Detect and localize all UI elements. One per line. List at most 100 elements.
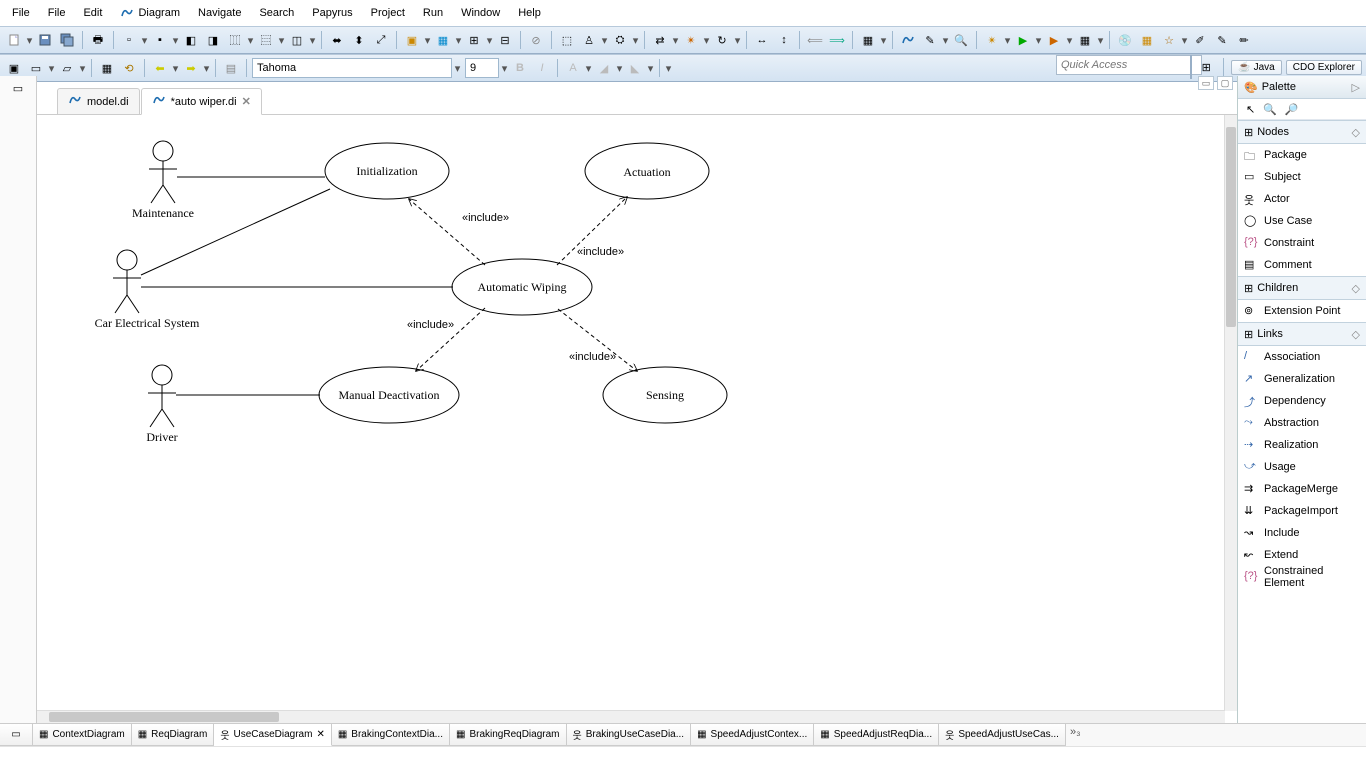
menu-file2[interactable]: File bbox=[40, 3, 74, 23]
subtab-speedreq[interactable]: ▦ SpeedAdjustReqDia... bbox=[814, 724, 939, 746]
minimized-icon[interactable]: ▭ bbox=[0, 724, 33, 746]
tb-icon[interactable]: ▦ bbox=[1137, 30, 1157, 50]
menu-search[interactable]: Search bbox=[251, 3, 302, 23]
tb-icon[interactable]: ⟹ bbox=[827, 30, 847, 50]
tb-icon[interactable]: ▫ bbox=[119, 30, 139, 50]
canvas-scrollbar-vertical[interactable] bbox=[1224, 115, 1237, 711]
tb-icon[interactable]: ▶ bbox=[1044, 30, 1064, 50]
tb-icon[interactable]: ▤ bbox=[221, 58, 241, 78]
tb-icon[interactable]: ◧ bbox=[181, 30, 201, 50]
actor-maintenance[interactable]: Maintenance bbox=[132, 141, 194, 220]
collapse-icon[interactable]: ▷ bbox=[1352, 81, 1360, 94]
perspective-cdo[interactable]: CDO Explorer bbox=[1286, 60, 1362, 75]
quick-access-input[interactable] bbox=[1056, 55, 1202, 75]
tb-icon[interactable]: ⿳ bbox=[256, 30, 276, 50]
tb-icon[interactable]: ▭ bbox=[26, 58, 46, 78]
palette-item-usecase[interactable]: ◯Use Case bbox=[1238, 210, 1366, 232]
tb-icon[interactable]: ⿲ bbox=[225, 30, 245, 50]
font-size-select[interactable] bbox=[465, 58, 499, 78]
palette-group-links[interactable]: ⊞Links◇ bbox=[1238, 322, 1366, 346]
minimize-icon[interactable]: ▭ bbox=[1198, 76, 1214, 90]
subtab-brakinguse[interactable]: 웃 BrakingUseCaseDia... bbox=[567, 724, 692, 746]
usecase-sensing[interactable]: Sensing bbox=[603, 367, 727, 423]
back-icon[interactable]: ⬅ bbox=[150, 58, 170, 78]
tb-icon[interactable]: ⤢ bbox=[371, 30, 391, 50]
tb-icon[interactable]: ⟲ bbox=[119, 58, 139, 78]
new-dropdown-icon[interactable]: ▾ bbox=[26, 31, 33, 49]
close-icon[interactable]: ✕ bbox=[242, 95, 251, 108]
usecase-automatic-wiping[interactable]: Automatic Wiping bbox=[452, 259, 592, 315]
menu-navigate[interactable]: Navigate bbox=[190, 3, 249, 23]
include-link[interactable]: «include» bbox=[558, 309, 637, 371]
subtab-brakingcontext[interactable]: ▦ BrakingContextDia... bbox=[332, 724, 450, 746]
tb-icon[interactable]: ◨ bbox=[203, 30, 223, 50]
save-all-icon[interactable] bbox=[57, 30, 77, 50]
palette-item-association[interactable]: /Association bbox=[1238, 346, 1366, 368]
editor-tab-model[interactable]: model.di bbox=[57, 88, 140, 114]
palette-item-packagemerge[interactable]: ⇉PackageMerge bbox=[1238, 478, 1366, 500]
save-icon[interactable] bbox=[35, 30, 55, 50]
palette-item-abstraction[interactable]: ⤳Abstraction bbox=[1238, 412, 1366, 434]
subtab-brakingreq[interactable]: ▦ BrakingReqDiagram bbox=[450, 724, 567, 746]
tb-icon[interactable]: ▣ bbox=[4, 58, 24, 78]
tb-icon[interactable]: ⛭ bbox=[610, 30, 630, 50]
palette-item-extpoint[interactable]: ⊚Extension Point bbox=[1238, 300, 1366, 322]
zoom-out-icon[interactable]: 🔎 bbox=[1285, 103, 1299, 116]
canvas-scrollbar-horizontal[interactable] bbox=[37, 710, 1225, 723]
print-icon[interactable]: 🖶 bbox=[88, 30, 108, 50]
tb-icon[interactable] bbox=[898, 30, 918, 50]
tb-icon[interactable]: ⟸ bbox=[805, 30, 825, 50]
diagram-canvas[interactable]: Maintenance Car Electrical System bbox=[37, 115, 1207, 660]
tb-icon[interactable]: ✴ bbox=[982, 30, 1002, 50]
tb-icon[interactable]: ✏ bbox=[1234, 30, 1254, 50]
actor-driver[interactable]: Driver bbox=[146, 365, 177, 444]
bold-icon[interactable]: B bbox=[510, 58, 530, 78]
palette-item-include[interactable]: ↝Include bbox=[1238, 522, 1366, 544]
tb-icon[interactable]: ✐ bbox=[1190, 30, 1210, 50]
menu-edit[interactable]: Edit bbox=[75, 3, 110, 23]
tb-icon[interactable]: ⇄ bbox=[650, 30, 670, 50]
forward-icon[interactable]: ➡ bbox=[181, 58, 201, 78]
actor-car-electrical[interactable]: Car Electrical System bbox=[95, 250, 200, 330]
menu-papyrus[interactable]: Papyrus bbox=[304, 3, 360, 23]
menu-diagram[interactable]: Diagram bbox=[112, 2, 188, 24]
tb-icon[interactable]: ▦ bbox=[97, 58, 117, 78]
palette-item-subject[interactable]: ▭Subject bbox=[1238, 166, 1366, 188]
include-link[interactable]: «include» bbox=[409, 199, 509, 265]
palette-item-constrained[interactable]: {?}Constrained Element bbox=[1238, 566, 1366, 588]
palette-item-package[interactable]: 🗀Package bbox=[1238, 144, 1366, 166]
palette-item-comment[interactable]: ▤Comment bbox=[1238, 254, 1366, 276]
line-color-icon[interactable]: ◣ bbox=[625, 58, 645, 78]
new-icon[interactable] bbox=[4, 30, 24, 50]
include-link[interactable]: «include» bbox=[407, 308, 485, 371]
subtab-speedcontext[interactable]: ▦ SpeedAdjustContex... bbox=[691, 724, 814, 746]
tb-icon[interactable]: ✎ bbox=[920, 30, 940, 50]
tb-icon[interactable]: ☆ bbox=[1159, 30, 1179, 50]
tb-icon[interactable]: ↕ bbox=[774, 30, 794, 50]
tb-icon[interactable]: 🔍 bbox=[951, 30, 971, 50]
tb-icon[interactable]: ↔ bbox=[752, 30, 772, 50]
font-family-select[interactable] bbox=[252, 58, 452, 78]
association[interactable] bbox=[141, 189, 330, 275]
run-icon[interactable]: ▶ bbox=[1013, 30, 1033, 50]
tb-icon[interactable]: ⊘ bbox=[526, 30, 546, 50]
tb-icon[interactable]: ⬚ bbox=[557, 30, 577, 50]
tb-icon[interactable]: ✴ bbox=[681, 30, 701, 50]
restore-view-icon[interactable]: ▭ bbox=[8, 78, 28, 98]
tb-icon[interactable]: ▣ bbox=[402, 30, 422, 50]
menu-run[interactable]: Run bbox=[415, 3, 451, 23]
subtab-req[interactable]: ▦ ReqDiagram bbox=[132, 724, 215, 746]
tb-icon[interactable]: ⬌ bbox=[327, 30, 347, 50]
fill-color-icon[interactable]: ◢ bbox=[594, 58, 614, 78]
palette-item-realization[interactable]: ⇢Realization bbox=[1238, 434, 1366, 456]
more-tabs-icon[interactable]: »₃ bbox=[1066, 724, 1085, 746]
tb-icon[interactable]: ▦ bbox=[858, 30, 878, 50]
subtab-context[interactable]: ▦ ContextDiagram bbox=[33, 724, 132, 746]
palette-item-dependency[interactable]: ⤴Dependency bbox=[1238, 390, 1366, 412]
tb-icon[interactable]: ♙ bbox=[579, 30, 599, 50]
include-link[interactable]: «include» bbox=[557, 197, 627, 265]
tb-icon[interactable]: ▦ bbox=[433, 30, 453, 50]
palette-item-usage[interactable]: ⤻Usage bbox=[1238, 456, 1366, 478]
tb-icon[interactable]: ✎ bbox=[1212, 30, 1232, 50]
subtab-speeduse[interactable]: 웃 SpeedAdjustUseCas... bbox=[939, 724, 1066, 746]
